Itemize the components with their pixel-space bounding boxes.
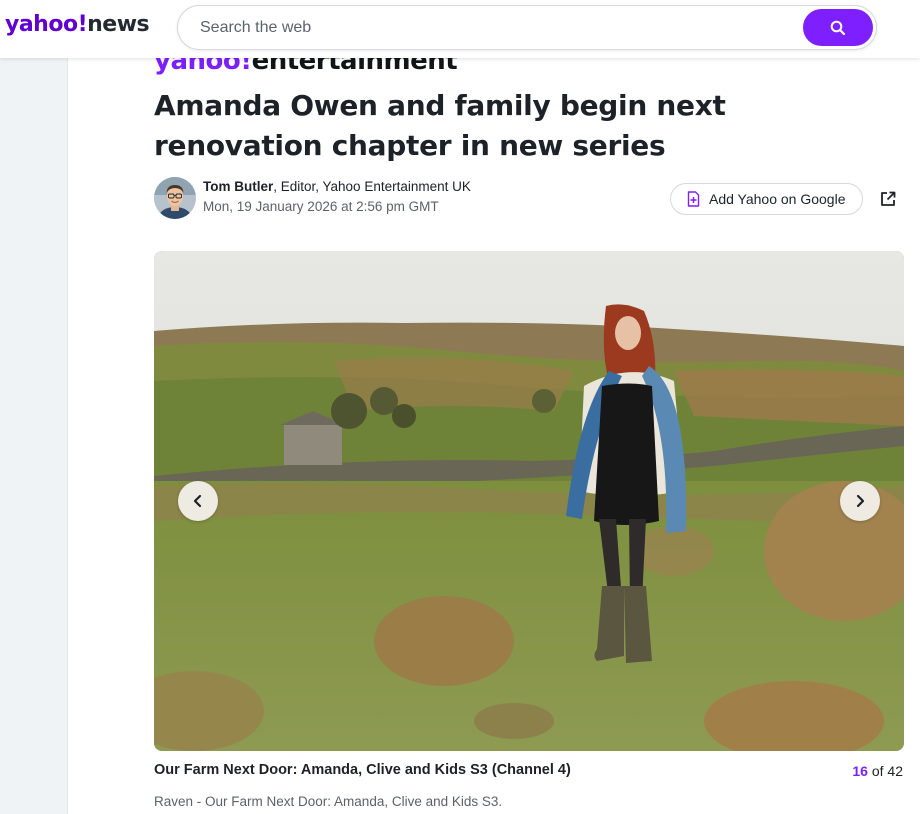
search-icon [830, 20, 846, 36]
add-yahoo-on-google-button[interactable]: Add Yahoo on Google [670, 183, 863, 215]
left-gutter [0, 58, 68, 814]
gallery-counter-separator: of [867, 763, 888, 779]
yahoo-news-logo[interactable]: yahoo! news [5, 12, 150, 42]
top-header: yahoo! news [0, 0, 920, 58]
gallery-caption-title: Our Farm Next Door: Amanda, Clive and Ki… [154, 762, 571, 778]
gallery-photo [154, 251, 904, 751]
photo-gallery[interactable] [154, 251, 904, 751]
add-source-icon [687, 191, 700, 207]
article-headline: Amanda Owen and family begin next renova… [154, 89, 726, 162]
gallery-counter: 16 of 42 [852, 763, 903, 779]
gallery-caption-text: Raven - Our Farm Next Door: Amanda, Cliv… [154, 794, 503, 809]
search-input[interactable] [200, 6, 780, 49]
author-name[interactable]: Tom Butler [203, 179, 273, 194]
gallery-next-button[interactable] [840, 481, 880, 521]
search-box [177, 5, 877, 50]
author-line: Tom Butler, Editor, Yahoo Entertainment … [203, 179, 471, 194]
author-role: , Editor, Yahoo Entertainment UK [273, 179, 471, 194]
add-yahoo-on-google-label: Add Yahoo on Google [709, 191, 846, 207]
chevron-left-icon [191, 494, 205, 508]
logo-brand: yahoo! [5, 12, 88, 37]
logo-product: news [87, 12, 150, 37]
search-button[interactable] [803, 9, 873, 46]
author-avatar[interactable] [154, 177, 196, 219]
chevron-right-icon [853, 494, 867, 508]
publish-date: Mon, 19 January 2026 at 2:56 pm GMT [203, 199, 439, 214]
gallery-total: 42 [887, 763, 903, 779]
gallery-prev-button[interactable] [178, 481, 218, 521]
gallery-current-index: 16 [852, 763, 868, 779]
share-external-icon [879, 190, 897, 208]
share-button[interactable] [873, 184, 903, 214]
